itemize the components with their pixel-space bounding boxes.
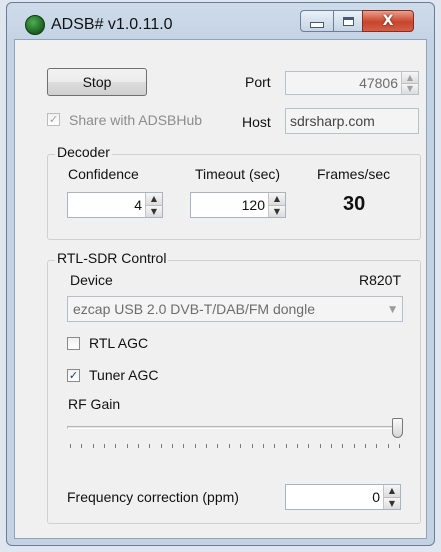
slider-tick [195, 444, 196, 448]
slider-tick [183, 444, 184, 448]
tuner-agc-checkbox[interactable]: ✓ [67, 369, 80, 382]
timeout-spinner[interactable]: 120 ▲ ▼ [190, 192, 286, 218]
slider-tick [93, 444, 94, 448]
slider-tick [217, 444, 218, 448]
device-selected-value: ezcap USB 2.0 DVB-T/DAB/FM dongle [73, 301, 315, 317]
port-value: 47806 [359, 75, 398, 91]
fps-value: 30 [343, 193, 366, 215]
freq-correction-spinner[interactable]: 0 ▲ ▼ [285, 484, 401, 510]
freq-correction-value: 0 [372, 489, 380, 505]
check-icon: ✓ [48, 113, 59, 126]
host-label: Host [242, 114, 271, 130]
slider-ticks [70, 444, 400, 449]
timeout-value: 120 [241, 197, 265, 213]
slider-tick [161, 444, 162, 448]
slider-tick [365, 444, 366, 448]
app-logo-icon [25, 15, 45, 35]
rtl-agc-checkbox[interactable] [67, 337, 80, 350]
app-window: ADSB# v1.0.11.0 X Stop Port 47806 ▲ ▼ ✓ … [6, 2, 435, 546]
spin-up-icon[interactable]: ▲ [402, 72, 418, 84]
confidence-spin-arrows[interactable]: ▲ ▼ [145, 193, 162, 217]
share-label: Share with ADSBHub [69, 112, 203, 128]
host-field[interactable]: sdrsharp.com [285, 108, 419, 134]
maximize-icon [342, 16, 354, 26]
slider-tick [149, 444, 150, 448]
slider-tick [388, 444, 389, 448]
decoder-group-title: Decoder [55, 144, 112, 160]
slider-tick [308, 444, 309, 448]
slider-tick [286, 444, 287, 448]
rtl-sdr-group-title: RTL-SDR Control [55, 250, 169, 266]
spin-down-icon[interactable]: ▼ [146, 205, 162, 217]
slider-tick [115, 444, 116, 448]
slider-track [67, 426, 403, 429]
timeout-label: Timeout (sec) [195, 166, 281, 182]
confidence-value: 4 [134, 197, 142, 213]
rtl-agc-label: RTL AGC [89, 335, 149, 351]
slider-tick [206, 444, 207, 448]
slider-tick [138, 444, 139, 448]
title-bar[interactable]: ADSB# v1.0.11.0 X [7, 3, 434, 39]
port-spin-arrows[interactable]: ▲ ▼ [401, 72, 418, 94]
slider-tick [399, 444, 400, 448]
spin-up-icon[interactable]: ▲ [384, 485, 400, 498]
port-label: Port [245, 74, 271, 90]
close-button[interactable]: X [362, 10, 414, 32]
spin-down-icon[interactable]: ▼ [384, 497, 400, 509]
spin-up-icon[interactable]: ▲ [269, 193, 285, 206]
slider-thumb[interactable] [392, 418, 403, 438]
minimize-button[interactable] [300, 10, 334, 32]
slider-tick [81, 444, 82, 448]
device-select[interactable]: ezcap USB 2.0 DVB-T/DAB/FM dongle ▼ [67, 296, 403, 322]
timeout-spin-arrows[interactable]: ▲ ▼ [268, 193, 285, 217]
share-checkbox[interactable]: ✓ [47, 113, 60, 126]
slider-tick [229, 444, 230, 448]
slider-tick [70, 444, 71, 448]
minimize-icon [310, 22, 324, 28]
slider-tick [331, 444, 332, 448]
window-title: ADSB# v1.0.11.0 [51, 16, 173, 33]
slider-tick [104, 444, 105, 448]
stop-button[interactable]: Stop [47, 68, 147, 96]
spin-down-icon[interactable]: ▼ [402, 83, 418, 94]
check-icon: ✓ [68, 369, 79, 382]
tuner-name: R820T [359, 272, 402, 288]
slider-tick [376, 444, 377, 448]
spin-up-icon[interactable]: ▲ [146, 193, 162, 206]
confidence-label: Confidence [68, 166, 139, 182]
port-spinner[interactable]: 47806 ▲ ▼ [285, 71, 419, 95]
tuner-agc-label: Tuner AGC [89, 367, 159, 383]
chevron-down-icon[interactable]: ▼ [389, 305, 396, 315]
main-panel: Stop Port 47806 ▲ ▼ ✓ Share with ADSBHub… [14, 39, 427, 539]
slider-tick [127, 444, 128, 448]
freq-correction-label: Frequency correction (ppm) [67, 489, 239, 505]
slider-tick [297, 444, 298, 448]
confidence-spinner[interactable]: 4 ▲ ▼ [67, 192, 163, 218]
host-value: sdrsharp.com [290, 113, 375, 129]
slider-tick [320, 444, 321, 448]
slider-tick [252, 444, 253, 448]
fps-label: Frames/sec [317, 166, 391, 182]
spin-down-icon[interactable]: ▼ [269, 205, 285, 217]
slider-tick [172, 444, 173, 448]
slider-tick [263, 444, 264, 448]
slider-tick [354, 444, 355, 448]
maximize-button[interactable] [333, 10, 363, 32]
slider-tick [240, 444, 241, 448]
slider-tick [274, 444, 275, 448]
device-label: Device [70, 272, 113, 288]
close-icon: X [382, 13, 394, 29]
freq-spin-arrows[interactable]: ▲ ▼ [383, 485, 400, 509]
rf-gain-slider[interactable] [67, 418, 407, 458]
slider-tick [342, 444, 343, 448]
rf-gain-label: RF Gain [68, 396, 121, 412]
